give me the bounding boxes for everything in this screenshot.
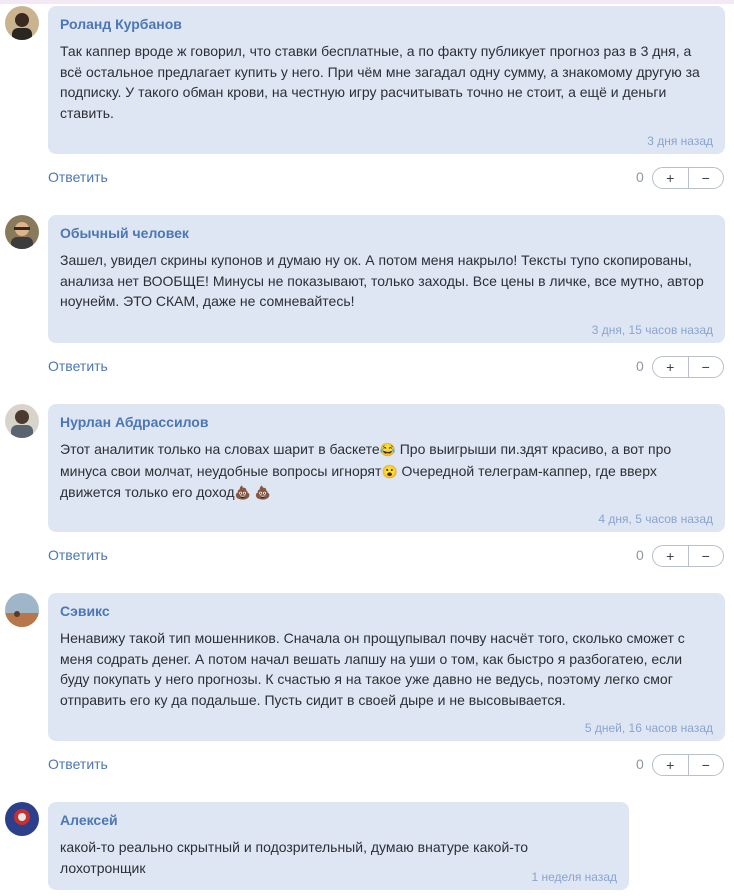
- downvote-button[interactable]: −: [689, 546, 724, 566]
- avatar[interactable]: [5, 215, 39, 249]
- vote-score: 0: [636, 756, 644, 772]
- comment-time[interactable]: 3 дня, 15 часов назад: [592, 323, 713, 337]
- reply-link[interactable]: Ответить: [48, 547, 108, 563]
- comment-time[interactable]: 4 дня, 5 часов назад: [598, 512, 713, 526]
- vote-score: 0: [636, 547, 644, 563]
- poop-emoji-icon: 💩: [234, 485, 251, 500]
- poop-emoji-icon: 💩: [254, 485, 271, 500]
- upvote-button[interactable]: +: [653, 168, 689, 188]
- comment-bubble: Нурлан Абдрассилов Этот аналитик только …: [48, 404, 725, 532]
- comment-author[interactable]: Роланд Курбанов: [60, 15, 713, 33]
- vote-score: 0: [636, 358, 644, 374]
- comment-text-part: Этот аналитик только на словах шарит в б…: [60, 441, 380, 457]
- vote-buttons: + −: [652, 356, 724, 378]
- comment-text: Зашел, увидел скрины купонов и думаю ну …: [60, 252, 704, 309]
- reply-link[interactable]: Ответить: [48, 358, 108, 374]
- downvote-button[interactable]: −: [689, 168, 724, 188]
- comment-author[interactable]: Обычный человек: [60, 224, 713, 242]
- reply-link[interactable]: Ответить: [48, 756, 108, 772]
- page-top-border: [0, 0, 734, 4]
- avatar[interactable]: [5, 404, 39, 438]
- avatar[interactable]: [5, 593, 39, 627]
- comment-bubble: Обычный человек Зашел, увидел скрины куп…: [48, 215, 725, 343]
- comment-text: Так каппер вроде ж говорил, что ставки б…: [60, 43, 700, 121]
- comment-bubble: Роланд Курбанов Так каппер вроде ж говор…: [48, 6, 725, 154]
- laughing-emoji-icon: 😂: [379, 442, 396, 457]
- upvote-button[interactable]: +: [653, 357, 689, 377]
- avatar[interactable]: [5, 6, 39, 40]
- vote-score: 0: [636, 169, 644, 185]
- comment-time[interactable]: 3 дня назад: [647, 134, 713, 148]
- comment-bubble: Алексей какой-то реально скрытный и подо…: [48, 802, 629, 890]
- comment-author[interactable]: Алексей: [60, 811, 617, 829]
- comment-text: Ненавижу такой тип мошенников. Сначала о…: [60, 630, 685, 708]
- comment-author[interactable]: Сэвикс: [60, 602, 713, 620]
- comment-author[interactable]: Нурлан Абдрассилов: [60, 413, 713, 431]
- comment-bubble: Сэвикс Ненавижу такой тип мошенников. Сн…: [48, 593, 725, 741]
- vote-buttons: + −: [652, 754, 724, 776]
- upvote-button[interactable]: +: [653, 755, 689, 775]
- comment-time[interactable]: 5 дней, 16 часов назад: [585, 721, 713, 735]
- vote-buttons: + −: [652, 167, 724, 189]
- upvote-button[interactable]: +: [653, 546, 689, 566]
- avatar[interactable]: [5, 802, 39, 836]
- downvote-button[interactable]: −: [689, 755, 724, 775]
- vote-buttons: + −: [652, 545, 724, 567]
- reply-link[interactable]: Ответить: [48, 169, 108, 185]
- surprised-emoji-icon: 😮: [381, 463, 398, 479]
- comment-time[interactable]: 1 неделя назад: [532, 870, 618, 884]
- comment-text: Этот аналитик только на словах шарит в б…: [60, 439, 713, 504]
- downvote-button[interactable]: −: [689, 357, 724, 377]
